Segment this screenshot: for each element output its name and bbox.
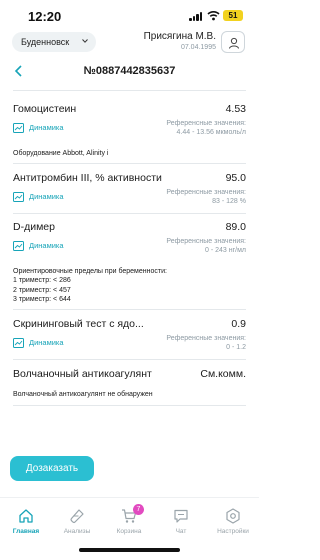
divider — [13, 90, 246, 91]
divider — [13, 163, 246, 164]
wifi-icon — [207, 11, 220, 21]
note-line: 1 триместр: < 286 — [13, 277, 71, 285]
divider — [13, 359, 246, 360]
nav-label: Настройки — [217, 528, 249, 535]
battery-icon: 51 — [223, 10, 243, 21]
chart-icon — [13, 192, 24, 202]
order-title: №0887442835637 — [83, 65, 176, 77]
result-name: D-димер — [13, 221, 55, 233]
patient-dob: 07.04.1995 — [180, 44, 216, 51]
reference-range: 0 - 1.2 — [226, 344, 246, 351]
result-name: Скрининговый тест с ядо... — [13, 318, 144, 330]
result-name: Антитромбин III, % активности — [13, 172, 162, 184]
result-value: 89.0 — [225, 221, 246, 233]
reference-label: Референсные значения: — [166, 189, 246, 196]
reference-range: 0 - 243 нг/мл — [205, 247, 246, 254]
status-bar: 12:20 51 — [0, 0, 259, 30]
home-indicator — [79, 548, 180, 552]
nav-label: Анализы — [63, 528, 91, 535]
nav-label: Чат — [175, 528, 187, 535]
note-line: 2 триместр: < 457 — [13, 286, 71, 294]
nav-label: Корзина — [116, 528, 142, 535]
result-name: Волчаночный антикоагулянт — [13, 368, 152, 380]
chevron-down-icon — [82, 39, 88, 43]
result-value: 0.9 — [231, 318, 246, 330]
order-again-button[interactable]: Дозаказать — [10, 456, 94, 481]
nav-item-home[interactable]: Главная — [0, 508, 52, 535]
cart-badge: 7 — [133, 504, 144, 515]
result-value: См.комм. — [200, 368, 246, 380]
result-note: Волчаночный антикоагулянт не обнаружен — [13, 391, 153, 398]
note-line: 3 триместр: < 644 — [13, 295, 71, 303]
user-profile-button[interactable] — [221, 31, 245, 53]
reference-label: Референсные значения: — [166, 335, 246, 342]
dynamics-label: Динамика — [29, 192, 64, 201]
chat-icon — [174, 509, 188, 523]
dynamics-link[interactable]: Динамика — [13, 122, 64, 134]
test-tube-icon — [70, 509, 84, 523]
result-value: 95.0 — [225, 172, 246, 184]
note-line: Ориентировочные пределы при беременности… — [13, 268, 167, 275]
divider — [13, 213, 246, 214]
signal-icon — [189, 12, 203, 21]
nav-item-tests[interactable]: Анализы — [51, 508, 103, 535]
chart-icon — [13, 338, 24, 348]
chart-icon — [13, 241, 24, 251]
home-icon — [19, 509, 33, 523]
nav-item-settings[interactable]: Настройки — [207, 508, 259, 535]
reference-range: 83 - 128 % — [212, 198, 246, 205]
user-icon — [229, 37, 239, 49]
city-select[interactable]: Буденновск — [12, 32, 96, 52]
city-label: Буденновск — [21, 37, 70, 47]
nav-item-chat[interactable]: Чат — [155, 508, 207, 535]
reference-label: Референсные значения: — [166, 238, 246, 245]
dynamics-link[interactable]: Динамика — [13, 337, 64, 349]
settings-icon — [226, 508, 240, 524]
reference-range: 4.44 - 13.56 мкмоль/л — [176, 129, 247, 136]
result-value: 4.53 — [225, 103, 246, 115]
nav-item-cart[interactable]: 7 Корзина — [103, 504, 155, 535]
dynamics-label: Динамика — [29, 338, 64, 347]
dynamics-label: Динамика — [29, 241, 64, 250]
nav-label: Главная — [12, 528, 40, 535]
patient-name: Присягина М.В. — [143, 31, 216, 42]
dynamics-label: Динамика — [29, 123, 64, 132]
divider — [13, 405, 246, 406]
reference-label: Референсные значения: — [166, 120, 246, 127]
result-note: Оборудование Abbott, Alinity i — [13, 150, 109, 157]
result-note: Ориентировочные пределы при беременности… — [13, 267, 167, 304]
divider — [13, 309, 246, 310]
dynamics-link[interactable]: Динамика — [13, 191, 64, 203]
result-name: Гомоцистеин — [13, 103, 77, 115]
status-time: 12:20 — [28, 9, 62, 24]
dynamics-link[interactable]: Динамика — [13, 240, 64, 252]
chart-icon — [13, 123, 24, 133]
